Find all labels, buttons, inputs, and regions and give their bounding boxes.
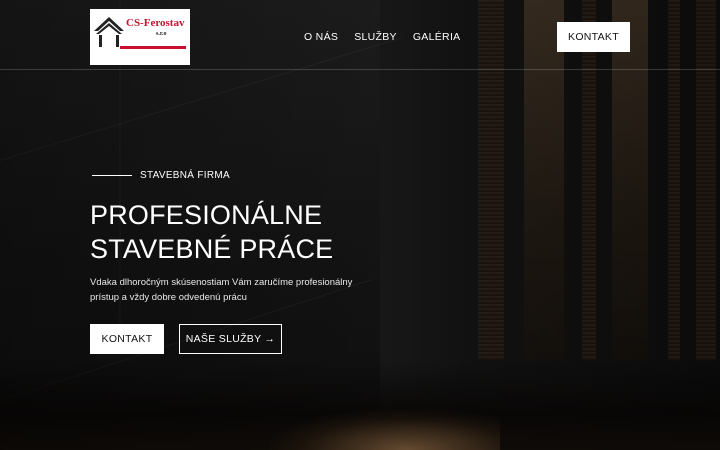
hero-description: Vdaka dlhoročným skúsenostiam Vám zaručí… (90, 277, 353, 303)
services-button-label: NAŠE SLUŽBY (185, 333, 262, 345)
header-contact-button[interactable]: KONTAKT (557, 22, 630, 52)
hero-headline: PROFESIONÁLNE STAVEBNÉ PRÁCE (90, 198, 430, 266)
site-header: CS-Ferostav s.r.o O NÁS SLUŽBY GALÉRIA K… (0, 0, 720, 70)
hero-services-button[interactable]: NAŠE SLUŽBY → (179, 324, 282, 354)
eyebrow-text: STAVEBNÁ FIRMA (140, 170, 230, 181)
nav-item-galeria[interactable]: GALÉRIA (413, 31, 461, 43)
hero-eyebrow: STAVEBNÁ FIRMA (92, 170, 230, 181)
site-logo[interactable]: CS-Ferostav s.r.o (90, 9, 190, 65)
headline-line-2: STAVEBNÉ PRÁCE (90, 234, 334, 264)
hero-contact-button[interactable]: KONTAKT (90, 324, 164, 354)
logo-underline (120, 46, 186, 49)
headline-line-1: PROFESIONÁLNE (90, 200, 323, 230)
nav-item-o-nas[interactable]: O NÁS (304, 31, 338, 43)
main-nav: O NÁS SLUŽBY GALÉRIA (304, 31, 460, 43)
eyebrow-divider (92, 175, 132, 176)
logo-name: CS-Ferostav (126, 17, 185, 29)
arrow-right-icon: → (264, 333, 276, 345)
nav-item-sluzby[interactable]: SLUŽBY (354, 31, 397, 43)
logo-suffix: s.r.o (156, 31, 167, 37)
